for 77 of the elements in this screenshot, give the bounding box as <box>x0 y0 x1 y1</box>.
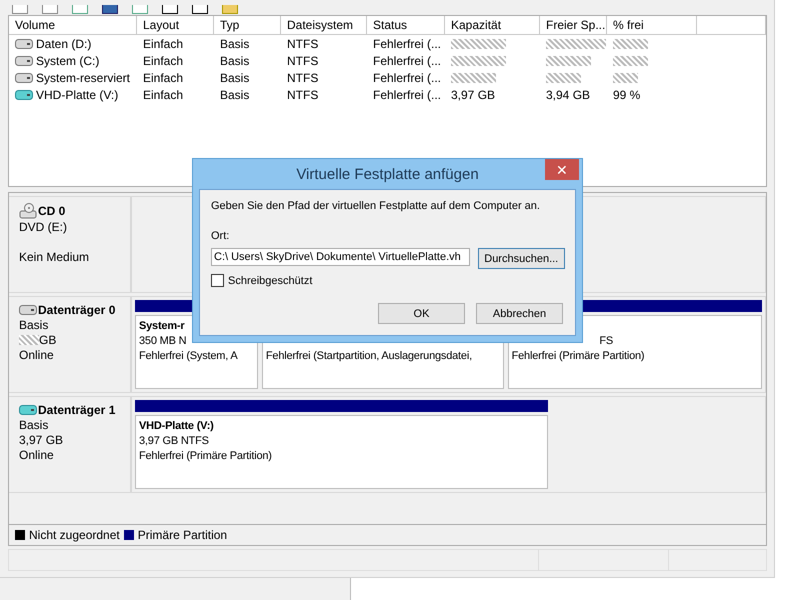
disk-detail: Basis <box>19 418 48 432</box>
table-cell-text: NTFS <box>286 54 320 68</box>
partition-status: Fehlerfrei (System, A <box>139 349 238 364</box>
table-cell-text: Fehlerfrei (... <box>372 70 442 84</box>
table-cell-text: Basis <box>219 54 250 68</box>
column-header[interactable]: Typ <box>214 16 281 35</box>
dialog-button[interactable]: Abbrechen <box>476 303 563 324</box>
volume-name: VHD-Platte (V:) <box>36 88 118 102</box>
legend-label: Nicht zugeordnet <box>29 528 120 542</box>
close-button[interactable]: ✕ <box>545 159 579 180</box>
dialog-button[interactable]: OK <box>378 303 465 324</box>
disk-detail: DVD (E:) <box>19 220 67 234</box>
table-cell-text: Fehlerfrei (... <box>372 36 442 50</box>
partition-status: Fehlerfrei (Primäre Partition) <box>139 449 273 464</box>
column-header[interactable]: Dateisystem <box>281 16 367 35</box>
volume-name: Daten (D:) <box>36 36 92 50</box>
dialog-title: Virtuelle Festplatte anfügen <box>296 166 479 182</box>
table-cell-text: Einfach <box>142 70 184 84</box>
table-cell-text: 3,94 GB <box>545 88 592 102</box>
redacted-value <box>19 334 39 344</box>
legend-label: Primäre Partition <box>138 528 228 542</box>
table-cell-text: Einfach <box>142 88 184 102</box>
disk-info-panel[interactable]: Datenträger 0 Basis GB Online <box>9 296 131 393</box>
drive-icon <box>19 305 37 315</box>
disk-detail: GB <box>39 332 56 346</box>
partition-status: Fehlerfrei (Primäre Partition) <box>512 349 646 364</box>
table-cell-text: Basis <box>219 36 250 50</box>
drive-icon <box>19 405 37 415</box>
partition-size: 350 MB N <box>139 334 188 349</box>
drive-icon <box>15 72 33 82</box>
disk-name: CD 0 <box>38 204 66 218</box>
column-header[interactable]: % frei <box>607 16 697 35</box>
disk-info-panel[interactable]: CD 0 DVD (E:) Kein Medium <box>9 196 131 293</box>
disk-detail: Online <box>19 348 54 362</box>
partition-panel[interactable]: VHD-Platte (V:) 3,97 GB NTFS Fehlerfrei (Primäre Partition) <box>135 415 548 489</box>
table-cell-text: Basis <box>219 88 250 102</box>
column-header[interactable]: Kapazität <box>445 16 540 35</box>
path-field[interactable]: C:\ Users\ SkyDrive\ Dokumente\ VirtuellePlatte.vh <box>211 248 470 266</box>
disk-detail: Basis <box>19 318 48 332</box>
volume-name: System (C:) <box>36 54 100 68</box>
location-label: Ort: <box>211 230 230 242</box>
partition-title: System-r <box>139 319 186 334</box>
table-cell-text: 99 % <box>612 88 642 102</box>
disk-detail: 3,97 GB <box>19 432 64 446</box>
partition-size: FS <box>599 334 613 349</box>
table-cell-text: Fehlerfrei (... <box>372 54 442 68</box>
column-header[interactable]: Status <box>367 16 445 35</box>
table-cell-text: Einfach <box>142 54 184 68</box>
table-cell-text: NTFS <box>286 36 320 50</box>
table-cell-text: NTFS <box>286 88 320 102</box>
table-cell-text: Einfach <box>142 36 184 50</box>
partition-title: VHD-Platte (V:) <box>139 419 215 434</box>
browse-button[interactable]: Durchsuchen... <box>478 248 565 269</box>
disk-name: Datenträger 1 <box>38 403 116 417</box>
column-header[interactable]: Volume <box>9 16 137 35</box>
drive-icon <box>15 56 33 66</box>
column-header[interactable]: Freier Sp... <box>540 16 607 35</box>
table-cell-text: 3,97 GB <box>450 88 496 102</box>
drive-icon <box>15 90 33 100</box>
partition-status: Fehlerfrei (Startpartition, Auslagerungsdatei, <box>266 349 473 364</box>
disk-detail: Kein Medium <box>19 250 90 264</box>
drive-icon <box>15 38 33 48</box>
checkbox-label: Schreibgeschützt <box>228 274 312 286</box>
checkbox[interactable] <box>211 274 224 287</box>
disk-detail: Online <box>19 448 54 462</box>
table-cell-text: Fehlerfrei (... <box>372 88 442 102</box>
disk-info-panel[interactable]: Datenträger 1 Basis 3,97 GB Online <box>9 396 131 493</box>
partition-size: 3,97 GB NTFS <box>139 434 210 449</box>
volume-name: System-reserviert <box>36 70 130 84</box>
toolbar-icon[interactable] <box>192 5 208 14</box>
column-header[interactable]: Layout <box>137 16 214 35</box>
table-cell-text: NTFS <box>286 70 320 84</box>
toolbar-icon[interactable] <box>162 5 178 14</box>
disk-name: Datenträger 0 <box>38 303 116 317</box>
table-cell-text: Basis <box>219 70 250 84</box>
cd-drive-icon <box>19 203 37 219</box>
instruction-text: Geben Sie den Pfad der virtuellen Festplatte auf dem Computer an. <box>211 200 541 212</box>
